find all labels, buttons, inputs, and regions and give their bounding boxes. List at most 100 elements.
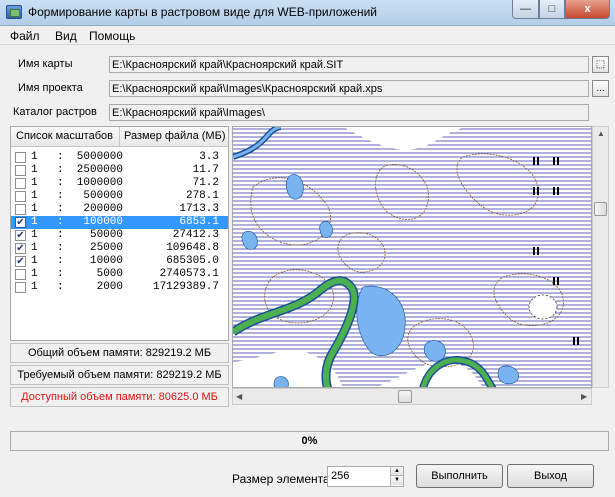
scale-checkbox[interactable] — [15, 269, 26, 280]
scale-denominator: 500000 — [83, 190, 123, 202]
file-size-value: 6853.1 — [179, 216, 219, 228]
scale-checkbox[interactable]: ✔ — [15, 217, 26, 228]
app-map-icon — [6, 5, 22, 19]
scale-checkbox[interactable]: ✔ — [15, 256, 26, 267]
scale-numerator: 1 — [31, 216, 38, 228]
scale-checkbox[interactable] — [15, 152, 26, 163]
column-divider[interactable] — [119, 127, 120, 147]
scale-checkbox[interactable] — [15, 165, 26, 176]
project-name-field[interactable]: E:\Красноярский край\Images\Красноярский… — [109, 80, 589, 97]
menu-help[interactable]: Помощь — [89, 29, 135, 43]
element-size-spinner[interactable]: 256 ▲ ▼ — [327, 466, 404, 487]
horizontal-scroll-thumb[interactable] — [398, 390, 412, 403]
scale-denominator: 50000 — [89, 229, 123, 241]
scale-colon: : — [57, 164, 64, 176]
scale-denominator: 2000 — [96, 281, 123, 293]
scale-numerator: 1 — [31, 151, 38, 163]
scales-list-header: Список масштабов Размер файла (МБ) — [11, 127, 228, 147]
scale-denominator: 10000 — [89, 255, 123, 267]
scale-colon: : — [57, 268, 64, 280]
scroll-up-arrow-icon[interactable]: ▲ — [597, 129, 605, 138]
file-size-value: 3.3 — [199, 151, 219, 163]
scale-denominator: 25000 — [89, 242, 123, 254]
scale-numerator: 1 — [31, 255, 38, 267]
scale-checkbox[interactable] — [15, 282, 26, 293]
size-column-header[interactable]: Размер файла (МБ) — [124, 130, 225, 142]
map-browse-button[interactable]: ⬚ — [592, 56, 609, 73]
map-preview[interactable] — [232, 126, 592, 388]
scale-row[interactable]: ✔ 1: 25000 109648.8 — [11, 242, 228, 255]
scale-checkbox[interactable]: ✔ — [15, 243, 26, 254]
scale-colon: : — [57, 190, 64, 202]
scale-colon: : — [57, 177, 64, 189]
scroll-left-arrow-icon[interactable]: ◀ — [236, 392, 242, 401]
scale-checkbox[interactable] — [15, 178, 26, 189]
file-size-value: 109648.8 — [166, 242, 219, 254]
close-button[interactable]: x — [565, 0, 610, 19]
scale-numerator: 1 — [31, 229, 38, 241]
scale-column-header[interactable]: Список масштабов — [16, 130, 113, 142]
required-memory-info: Требуемый объем памяти: 829219.2 МБ — [10, 365, 229, 385]
scale-checkbox[interactable] — [15, 204, 26, 215]
scale-numerator: 1 — [31, 268, 38, 280]
vertical-scroll-thumb[interactable] — [594, 202, 607, 216]
scale-colon: : — [57, 281, 64, 293]
maximize-button[interactable]: □ — [539, 0, 565, 19]
scale-colon: : — [57, 255, 64, 267]
scale-numerator: 1 — [31, 203, 38, 215]
scale-row[interactable]: 1: 200000 1713.3 — [11, 203, 228, 216]
map-name-row: Имя карты E:\Красноярский край\Красноярс… — [0, 53, 615, 73]
map-name-field[interactable]: E:\Красноярский край\Красноярский край.S… — [109, 56, 589, 73]
scale-row[interactable]: ✔ 1: 50000 27412.3 — [11, 229, 228, 242]
map-vertical-scrollbar[interactable]: ▲ — [592, 126, 609, 388]
scale-numerator: 1 — [31, 190, 38, 202]
scroll-right-arrow-icon[interactable]: ▶ — [581, 392, 587, 401]
scale-row[interactable]: 1: 500000 278.1 — [11, 190, 228, 203]
progress-bar: 0% — [10, 431, 609, 451]
exit-button[interactable]: Выход — [507, 464, 594, 488]
scale-colon: : — [57, 203, 64, 215]
minimize-button[interactable]: — — [512, 0, 539, 19]
menu-bar: Файл Вид Помощь — [0, 26, 615, 45]
scale-row[interactable]: 1: 2000 17129389.7 — [11, 281, 228, 294]
paths-panel: Имя карты E:\Красноярский край\Красноярс… — [0, 45, 615, 125]
scale-row[interactable]: 1:1000000 71.2 — [11, 177, 228, 190]
scale-row[interactable]: 1: 5000 2740573.1 — [11, 268, 228, 281]
scale-colon: : — [57, 229, 64, 241]
raster-catalog-field[interactable]: E:\Красноярский край\Images\ — [109, 104, 589, 121]
scales-list: Список масштабов Размер файла (МБ) 1:500… — [10, 126, 229, 341]
scale-denominator: 5000000 — [76, 151, 123, 163]
total-memory-info: Общий объем памяти: 829219.2 МБ — [10, 343, 229, 363]
menu-file[interactable]: Файл — [10, 29, 40, 43]
project-browse-button[interactable]: ... — [592, 80, 609, 97]
element-size-value[interactable]: 256 — [331, 470, 349, 482]
spin-down-icon[interactable]: ▼ — [391, 476, 403, 485]
scale-denominator: 200000 — [83, 203, 123, 215]
scale-checkbox[interactable] — [15, 191, 26, 202]
menu-view[interactable]: Вид — [55, 29, 77, 43]
scale-row[interactable]: 1:5000000 3.3 — [11, 151, 228, 164]
scale-row[interactable]: ✔ 1: 10000 685305.0 — [11, 255, 228, 268]
scale-numerator: 1 — [31, 281, 38, 293]
map-horizontal-scrollbar[interactable]: ◀ ▶ — [232, 388, 592, 405]
spin-up-icon[interactable]: ▲ — [391, 467, 403, 476]
scale-denominator: 5000 — [96, 268, 123, 280]
available-memory-info: Доступный объем памяти: 80625.0 МБ — [10, 387, 229, 407]
file-size-value: 1713.3 — [179, 203, 219, 215]
scale-denominator: 1000000 — [76, 177, 123, 189]
progress-percent: 0% — [301, 435, 318, 447]
file-size-value: 17129389.7 — [152, 281, 219, 293]
file-size-value: 11.7 — [192, 164, 219, 176]
scale-row[interactable]: 1:2500000 11.7 — [11, 164, 228, 177]
scale-checkbox[interactable]: ✔ — [15, 230, 26, 241]
scale-colon: : — [57, 151, 64, 163]
scale-colon: : — [57, 216, 64, 228]
map-name-label: Имя карты — [18, 58, 73, 70]
project-name-row: Имя проекта E:\Красноярский край\Images\… — [0, 77, 615, 97]
hatched-area — [233, 127, 591, 387]
run-button[interactable]: Выполнить — [416, 464, 503, 488]
element-size-label: Размер элемента — [232, 472, 330, 486]
scale-numerator: 1 — [31, 164, 38, 176]
scale-row[interactable]: ✔ 1: 100000 6853.1 — [11, 216, 228, 229]
file-size-value: 71.2 — [192, 177, 219, 189]
